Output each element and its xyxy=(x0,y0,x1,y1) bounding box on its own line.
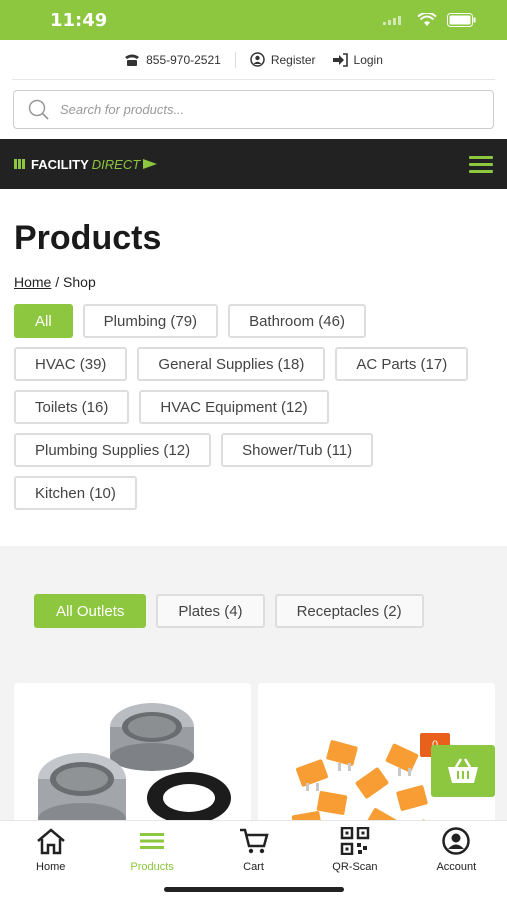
status-icons xyxy=(383,13,477,27)
phone-icon xyxy=(125,54,140,66)
logo-text-bold: FACILITY xyxy=(31,156,89,172)
account-bar: 855-970-2521 Register Login xyxy=(12,40,495,80)
category-chip-general-supplies[interactable]: General Supplies (18) xyxy=(137,347,326,381)
signal-icon xyxy=(383,16,401,25)
nav-qr-scan-label: QR-Scan xyxy=(332,861,378,873)
floating-cart-button[interactable] xyxy=(431,745,495,797)
battery-icon xyxy=(447,13,476,27)
menu-icon xyxy=(140,833,165,849)
search-placeholder: Search for products... xyxy=(60,102,185,117)
product-card[interactable] xyxy=(14,683,251,843)
hamburger-menu-icon[interactable] xyxy=(469,155,493,173)
user-circle-icon xyxy=(250,52,265,67)
facility-direct-logo[interactable]: FACILITY DIRECT xyxy=(14,156,158,172)
basket-icon xyxy=(448,758,478,783)
logo-arrow-icon xyxy=(143,159,158,169)
register-link[interactable]: Register xyxy=(250,52,316,67)
nav-home[interactable]: Home xyxy=(0,821,101,900)
nav-products-label: Products xyxy=(130,861,174,873)
login-link[interactable]: Login xyxy=(332,53,383,67)
status-time: 11:49 xyxy=(50,9,108,31)
category-chip-toilets[interactable]: Toilets (16) xyxy=(14,390,130,424)
cart-icon xyxy=(239,828,269,854)
wifi-icon xyxy=(417,13,437,26)
divider xyxy=(234,51,236,68)
qr-icon xyxy=(340,827,370,855)
phone-link[interactable]: 855-970-2521 xyxy=(124,53,221,67)
subcategory-tabs: All Outlets Plates (4) Receptacles (2) xyxy=(34,594,424,628)
breadcrumb-current: Shop xyxy=(63,274,96,290)
category-chip-bathroom[interactable]: Bathroom (46) xyxy=(228,304,366,338)
account-icon xyxy=(442,827,471,855)
search-icon xyxy=(28,99,49,120)
category-chip-kitchen[interactable]: Kitchen (10) xyxy=(14,476,137,510)
breadcrumb: Home / Shop xyxy=(14,274,507,290)
nav-home-label: Home xyxy=(36,861,66,873)
register-label: Register xyxy=(270,52,316,67)
nav-account-label: Account xyxy=(436,861,477,873)
logo-mark-icon xyxy=(14,159,25,169)
category-filter: All Plumbing (79) Bathroom (46) HVAC (39… xyxy=(14,304,484,510)
login-label: Login xyxy=(353,52,383,67)
phone-number: 855-970-2521 xyxy=(146,52,221,67)
category-chip-hvac[interactable]: HVAC (39) xyxy=(14,347,128,381)
page-title: Products xyxy=(14,219,162,257)
tab-receptacles[interactable]: Receptacles (2) xyxy=(274,594,424,628)
nav-account[interactable]: Account xyxy=(406,821,507,900)
category-chip-plumbing[interactable]: Plumbing (79) xyxy=(82,304,219,338)
category-chip-plumbing-supplies[interactable]: Plumbing Supplies (12) xyxy=(14,433,212,467)
tab-all-outlets[interactable]: All Outlets xyxy=(34,594,147,628)
category-chip-ac-parts[interactable]: AC Parts (17) xyxy=(335,347,469,381)
category-chip-hvac-equipment[interactable]: HVAC Equipment (12) xyxy=(139,390,329,424)
home-icon xyxy=(36,828,65,855)
nav-cart-label: Cart xyxy=(243,861,264,873)
breadcrumb-separator: / xyxy=(55,274,60,290)
sign-in-icon xyxy=(332,52,348,67)
breadcrumb-home-link[interactable]: Home xyxy=(14,274,51,290)
status-bar: 11:49 xyxy=(0,0,507,40)
category-chip-all[interactable]: All xyxy=(14,304,73,338)
tab-plates[interactable]: Plates (4) xyxy=(156,594,265,628)
search-input[interactable]: Search for products... xyxy=(13,90,494,129)
home-indicator xyxy=(164,887,344,892)
brand-bar: FACILITY DIRECT xyxy=(0,139,507,189)
logo-text-italic: DIRECT xyxy=(91,156,141,172)
product-image-aerators xyxy=(38,703,231,835)
category-chip-shower-tub[interactable]: Shower/Tub (11) xyxy=(221,433,374,467)
